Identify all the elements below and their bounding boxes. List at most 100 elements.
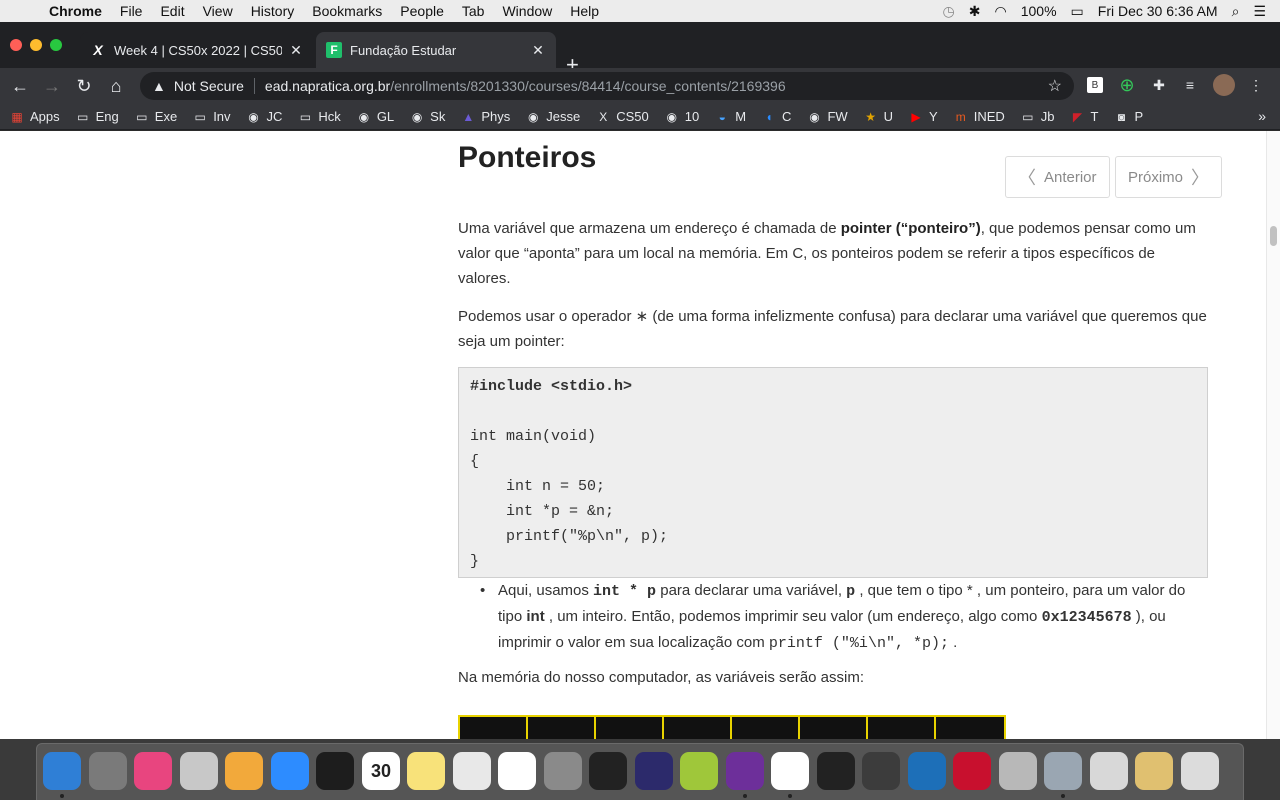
dock-icon-documents[interactable] bbox=[1090, 752, 1128, 790]
folder-icon: ▭ bbox=[299, 109, 312, 124]
scrollbar-thumb[interactable] bbox=[1270, 226, 1277, 246]
time-machine-icon[interactable]: ◷ bbox=[943, 3, 955, 20]
bookmark-item[interactable]: ▭ Eng bbox=[76, 109, 119, 124]
url-path: /enrollments/8201330/courses/84414/cours… bbox=[390, 78, 786, 94]
menu-history[interactable]: History bbox=[242, 3, 304, 19]
bookmark-item[interactable]: ▭ Exe bbox=[135, 109, 177, 124]
tab-cs50[interactable]: X Week 4 | CS50x 2022 | CS50's ✕ bbox=[80, 32, 314, 68]
inline-code: printf ("%i\n", *p); bbox=[768, 635, 949, 652]
battery-percent[interactable]: 100% bbox=[1021, 3, 1057, 19]
close-tab-icon[interactable]: ✕ bbox=[288, 42, 304, 59]
bookmark-item[interactable]: ▭ Hck bbox=[298, 109, 341, 124]
bookmark-item[interactable]: ◉ Sk bbox=[410, 109, 445, 124]
menu-app-name[interactable]: Chrome bbox=[40, 3, 111, 19]
dock-icon-launchpad[interactable] bbox=[544, 752, 582, 790]
bluetooth-icon[interactable]: ✱ bbox=[969, 3, 981, 20]
menu-edit[interactable]: Edit bbox=[151, 3, 193, 19]
more-bookmarks-icon[interactable]: » bbox=[1258, 108, 1266, 124]
bookmark-item[interactable]: ◉ GL bbox=[357, 109, 395, 124]
dock-icon-sublime-text[interactable] bbox=[862, 752, 900, 790]
next-label: Próximo bbox=[1128, 168, 1184, 186]
bookmark-item[interactable]: ▲ Phys bbox=[461, 109, 510, 124]
forward-button[interactable]: → bbox=[36, 76, 68, 97]
bookmark-star-icon[interactable]: ☆ bbox=[1048, 76, 1062, 96]
next-button[interactable]: Próximo 〉 bbox=[1115, 156, 1223, 198]
menu-bookmarks[interactable]: Bookmarks bbox=[303, 3, 391, 19]
dock-icon-preview[interactable] bbox=[180, 752, 218, 790]
dock-icon-eclipse[interactable] bbox=[635, 752, 673, 790]
dock-icon-android-studio[interactable] bbox=[680, 752, 718, 790]
close-window-button[interactable] bbox=[10, 39, 22, 51]
dock-icon-parallels[interactable] bbox=[999, 752, 1037, 790]
bookmark-item[interactable]: ◙ P bbox=[1114, 109, 1143, 124]
dock-icon-preview-viewer[interactable] bbox=[1044, 752, 1082, 790]
previous-button[interactable]: 〈 Anterior bbox=[1005, 156, 1110, 198]
dock-icon-reminders[interactable] bbox=[498, 752, 536, 790]
dock-icon-activity-monitor[interactable] bbox=[316, 752, 354, 790]
bookmark-item[interactable]: ▭ Inv bbox=[193, 109, 231, 124]
bookmark-item[interactable]: ◤ T bbox=[1071, 109, 1099, 124]
bookmark-item[interactable]: ◉ FW bbox=[807, 109, 847, 124]
bookmark-item[interactable]: ◖ C bbox=[762, 109, 791, 124]
zoom-window-button[interactable] bbox=[50, 39, 62, 51]
extension-b-icon[interactable]: B bbox=[1087, 77, 1103, 93]
tab-fundacao-estudar[interactable]: F Fundação Estudar ✕ bbox=[316, 32, 556, 68]
clock[interactable]: Fri Dec 30 6:36 AM bbox=[1098, 3, 1218, 19]
dock-icon-virtualbox[interactable] bbox=[908, 752, 946, 790]
warning-icon[interactable]: ▲ bbox=[152, 78, 166, 94]
bookmark-item[interactable]: ◉ 10 bbox=[665, 109, 699, 124]
dock-icon-calculator[interactable] bbox=[453, 752, 491, 790]
tab-strip: X Week 4 | CS50x 2022 | CS50's ✕ F Funda… bbox=[0, 22, 1280, 76]
dock-icon-chrome[interactable] bbox=[771, 752, 809, 790]
minimize-window-button[interactable] bbox=[30, 39, 42, 51]
menu-tab[interactable]: Tab bbox=[453, 3, 494, 19]
menu-people[interactable]: People bbox=[391, 3, 453, 19]
inline-code: int bbox=[526, 608, 545, 625]
battery-icon[interactable]: ▭ bbox=[1071, 3, 1084, 20]
dock-icon-debian[interactable] bbox=[953, 752, 991, 790]
dock-icon-photos[interactable] bbox=[225, 752, 263, 790]
chrome-menu-icon[interactable]: ⋮ bbox=[1247, 76, 1265, 94]
bookmark-item[interactable]: ◒ M bbox=[715, 109, 746, 124]
bookmark-item[interactable]: ◉ JC bbox=[247, 109, 282, 124]
dock-icon-intellij-idea[interactable] bbox=[589, 752, 627, 790]
bookmark-item[interactable]: m INED bbox=[954, 109, 1005, 124]
bookmark-item[interactable]: ◉ Jesse bbox=[526, 109, 580, 124]
menu-window[interactable]: Window bbox=[493, 3, 561, 19]
dock-icon-tor-browser[interactable] bbox=[726, 752, 764, 790]
dock-icon-calendar[interactable]: 30 bbox=[362, 752, 400, 790]
close-tab-icon[interactable]: ✕ bbox=[530, 42, 546, 59]
dock-icon-system-preferences[interactable] bbox=[89, 752, 127, 790]
wifi-icon[interactable]: ◠ bbox=[995, 3, 1007, 20]
dock-icon-terminal[interactable] bbox=[817, 752, 855, 790]
bookmark-item[interactable]: ★ U bbox=[864, 109, 893, 124]
profile-avatar[interactable] bbox=[1213, 74, 1235, 96]
dock-icon-notes[interactable] bbox=[407, 752, 445, 790]
notification-center-icon[interactable]: ☰ bbox=[1253, 3, 1266, 20]
dock-icon-itunes[interactable] bbox=[134, 752, 172, 790]
reload-button[interactable]: ↻ bbox=[68, 76, 100, 97]
menu-file[interactable]: File bbox=[111, 3, 152, 19]
dock-icon-trash[interactable] bbox=[1181, 752, 1219, 790]
menu-view[interactable]: View bbox=[194, 3, 242, 19]
reading-list-icon[interactable]: ≡ bbox=[1181, 76, 1199, 94]
extensions-puzzle-icon[interactable]: ✚ bbox=[1150, 76, 1168, 94]
extension-plus-icon[interactable]: ⊕ bbox=[1118, 75, 1136, 95]
menu-help[interactable]: Help bbox=[561, 3, 608, 19]
bookmark-item[interactable]: ▦ Apps bbox=[10, 109, 59, 124]
tab-label: Week 4 | CS50x 2022 | CS50's bbox=[114, 42, 282, 58]
bookmark-label: 10 bbox=[684, 109, 700, 124]
back-button[interactable]: ← bbox=[4, 76, 36, 97]
dock-icon-zoom[interactable] bbox=[271, 752, 309, 790]
spotlight-search-icon[interactable]: ⌕ bbox=[1232, 3, 1240, 20]
dock-icon-finder[interactable] bbox=[43, 752, 81, 790]
page-scrollbar[interactable] bbox=[1266, 131, 1280, 739]
dock-icon-downloads[interactable] bbox=[1135, 752, 1173, 790]
bookmark-item[interactable]: ▶ Y bbox=[909, 109, 937, 124]
security-status[interactable]: Not Secure bbox=[174, 78, 244, 94]
bookmark-item[interactable]: ▭ Jb bbox=[1021, 109, 1054, 124]
p1-text-a: Uma variável que armazena um endereço é … bbox=[458, 220, 841, 237]
bookmark-item[interactable]: X CS50 bbox=[596, 109, 649, 124]
address-bar[interactable]: ▲ Not Secure ead.napratica.org.br/enroll… bbox=[140, 72, 1074, 100]
home-button[interactable]: ⌂ bbox=[100, 76, 132, 97]
